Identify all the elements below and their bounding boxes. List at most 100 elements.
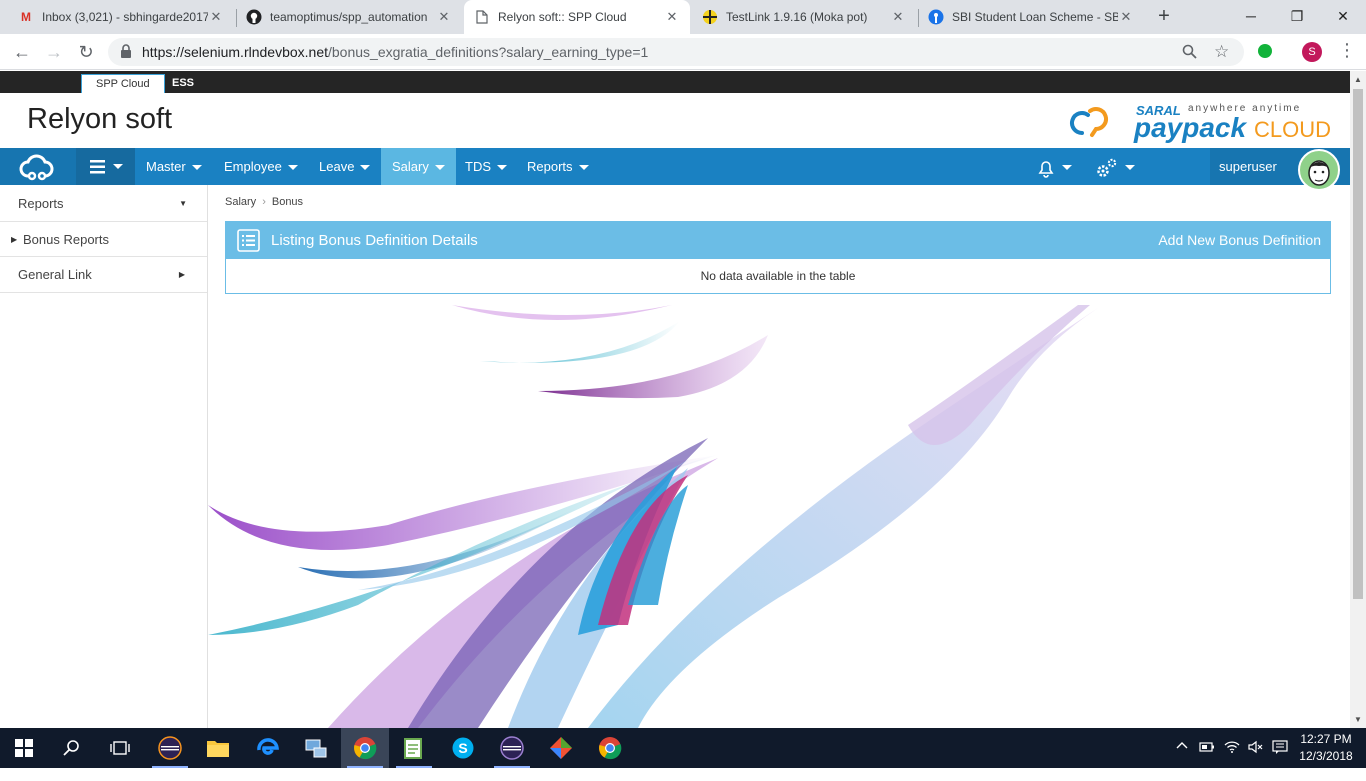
company-name: Relyon soft <box>27 103 173 135</box>
nav-master[interactable]: Master <box>135 148 213 185</box>
browser-toolbar: ← → ↻ https://selenium.rlndevbox.net/bon… <box>0 34 1366 70</box>
chrome2-taskbar-app[interactable] <box>586 728 634 768</box>
profile-avatar[interactable]: S <box>1302 42 1322 62</box>
volume-muted-icon[interactable] <box>1248 740 1264 780</box>
zoom-icon[interactable] <box>1182 44 1197 63</box>
new-tab-button[interactable]: + <box>1152 5 1176 29</box>
close-icon[interactable]: ✕ <box>664 9 680 25</box>
breadcrumb-bonus: Bonus <box>271 196 304 208</box>
nav-reports[interactable]: Reports <box>516 148 600 185</box>
close-icon[interactable]: ✕ <box>1118 9 1134 25</box>
system-clock[interactable]: 12:27 PM 12/3/2018 <box>1296 731 1356 765</box>
tab-title: TestLink 1.9.16 (Moka pot) <box>726 10 868 24</box>
app-tab-spp-cloud[interactable]: SPP Cloud <box>81 74 165 93</box>
close-icon[interactable]: ✕ <box>208 9 224 25</box>
web-page: SPP Cloud ESS Relyon soft SARAL anywhere… <box>0 71 1350 728</box>
nav-leave[interactable]: Leave <box>308 148 381 185</box>
chrome-icon <box>354 737 377 760</box>
tab-title: Inbox (3,021) - sbhingarde2017 <box>42 10 208 24</box>
eclipse-taskbar-app[interactable] <box>146 728 194 768</box>
eclipse2-taskbar-app[interactable] <box>488 728 536 768</box>
user-menu[interactable]: superuser <box>1210 148 1350 191</box>
action-center-icon[interactable] <box>1272 740 1288 780</box>
battery-icon[interactable] <box>1199 741 1215 781</box>
chevron-down-icon: ▼ <box>179 199 187 208</box>
nav-label: Employee <box>224 159 282 174</box>
sidebar-item-label: General Link <box>18 267 92 282</box>
hamburger-menu-button[interactable] <box>76 148 135 185</box>
bell-icon <box>1038 160 1054 178</box>
list-icon <box>237 229 260 252</box>
sidebar-item-label: Bonus Reports <box>23 232 109 247</box>
home-cloud-icon[interactable] <box>0 148 76 185</box>
chevron-down-icon <box>434 165 445 171</box>
close-icon[interactable]: ✕ <box>436 9 452 25</box>
browser-tab-gmail[interactable]: M Inbox (3,021) - sbhingarde2017 ✕ <box>8 0 234 34</box>
github-icon <box>246 9 262 25</box>
breadcrumb-separator-icon: › <box>262 196 266 208</box>
edge-taskbar-app[interactable] <box>244 728 292 768</box>
start-button[interactable] <box>0 728 48 768</box>
add-bonus-definition-link[interactable]: Add New Bonus Definition <box>1158 222 1321 259</box>
scroll-up-icon[interactable]: ▲ <box>1354 75 1362 84</box>
lock-icon <box>121 44 131 58</box>
chevron-down-icon <box>287 165 298 171</box>
chrome-icon <box>599 737 622 760</box>
back-button[interactable]: ← <box>10 40 34 64</box>
scrollbar-thumb[interactable] <box>1353 89 1363 599</box>
task-view-button[interactable] <box>96 728 144 768</box>
folder-icon <box>207 741 229 757</box>
nav-salary[interactable]: Salary <box>381 148 456 185</box>
edge-icon <box>257 738 279 755</box>
nav-employee[interactable]: Employee <box>213 148 309 185</box>
browser-tab-testlink[interactable]: TestLink 1.9.16 (Moka pot) ✕ <box>692 0 916 34</box>
git-app-taskbar[interactable] <box>537 728 585 768</box>
chevron-down-icon <box>1062 165 1072 171</box>
scroll-down-icon[interactable]: ▼ <box>1354 715 1362 724</box>
browser-menu-icon[interactable]: ⋮ <box>1338 40 1356 61</box>
nav-tds[interactable]: TDS <box>454 148 518 185</box>
browser-tab-relyon[interactable]: Relyon soft:: SPP Cloud ✕ <box>464 0 690 34</box>
close-icon[interactable]: ✕ <box>890 9 906 25</box>
skype-taskbar-app[interactable]: S <box>439 728 487 768</box>
file-explorer-taskbar-app[interactable] <box>194 728 242 768</box>
saral-paypack-logo: SARAL anywhere anytime paypack CLOUD <box>1070 103 1330 143</box>
close-window-button[interactable]: ✕ <box>1320 0 1366 34</box>
minimize-button[interactable]: ─ <box>1228 0 1274 34</box>
breadcrumb-salary[interactable]: Salary <box>225 196 256 208</box>
app-switcher-bar: SPP Cloud ESS <box>0 71 1350 93</box>
sidebar-item-bonus-reports[interactable]: ▶ Bonus Reports <box>0 222 207 257</box>
nav-label: Reports <box>527 159 573 174</box>
chevron-down-icon <box>578 165 589 171</box>
app-tab-ess[interactable]: ESS <box>158 74 208 93</box>
url-path: /bonus_exgratia_definitions?salary_earni… <box>328 44 649 60</box>
browser-tab-github[interactable]: teamoptimus/spp_automation ✕ <box>236 0 462 34</box>
notepad-plus-taskbar-app[interactable] <box>390 728 438 768</box>
reload-button[interactable]: ↻ <box>74 40 98 64</box>
chevron-right-icon: ▶ <box>178 270 185 279</box>
sidebar-item-label: Reports <box>18 196 64 211</box>
settings-button[interactable] <box>1084 148 1146 185</box>
forward-button[interactable]: → <box>42 40 66 64</box>
chrome-taskbar-app[interactable] <box>341 728 389 768</box>
main-content: Salary › Bonus Listing Bonus Definition De… <box>208 185 1350 728</box>
address-bar[interactable]: https://selenium.rlndevbox.net/bonus_exg… <box>108 38 1244 66</box>
sidebar-item-reports[interactable]: Reports ▼ <box>0 185 207 222</box>
network-app-taskbar[interactable] <box>292 728 340 768</box>
bookmark-star-icon[interactable]: ☆ <box>1214 42 1229 62</box>
search-button[interactable] <box>48 728 96 768</box>
sidebar: Reports ▼ ▶ Bonus Reports General Link ▶ <box>0 185 208 728</box>
username: superuser <box>1219 159 1277 174</box>
wifi-icon[interactable] <box>1224 740 1240 780</box>
chevron-up-icon <box>1176 742 1188 749</box>
task-view-icon <box>110 741 130 755</box>
git-icon <box>550 737 572 759</box>
browser-tab-sbi[interactable]: SBI Student Loan Scheme - SBI ✕ <box>918 0 1144 34</box>
page-scrollbar[interactable]: ▲ ▼ <box>1350 71 1366 728</box>
page-icon <box>474 9 490 25</box>
restore-button[interactable]: ❐ <box>1274 0 1320 34</box>
show-hidden-icons[interactable] <box>1176 740 1188 780</box>
extension-icon[interactable] <box>1258 44 1272 58</box>
notifications-button[interactable] <box>1025 148 1083 185</box>
sidebar-item-general-link[interactable]: General Link ▶ <box>0 257 207 293</box>
